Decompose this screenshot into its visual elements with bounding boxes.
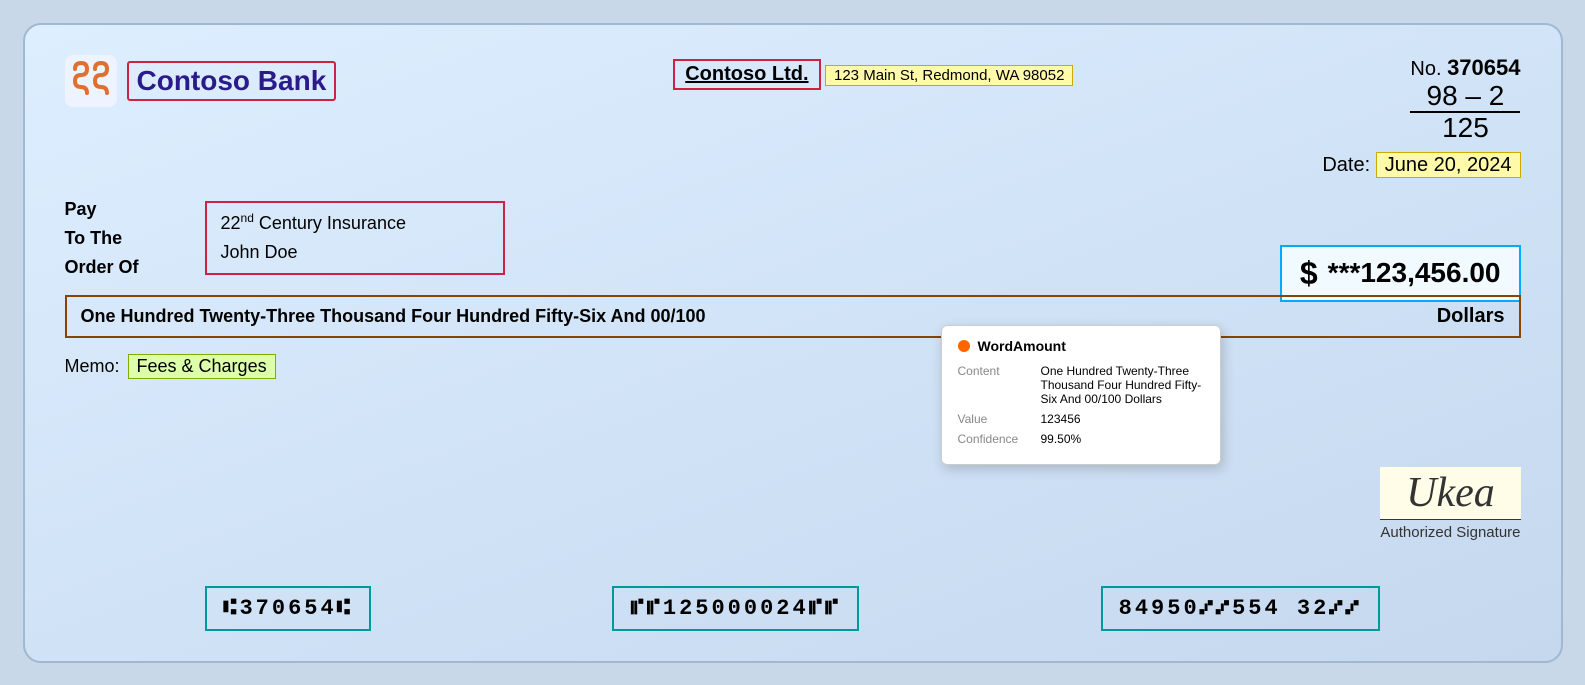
- written-amount-row: One Hundred Twenty-Three Thousand Four H…: [65, 295, 1521, 338]
- company-header: Contoso Ltd. 123 Main St, Redmond, WA 98…: [673, 59, 1073, 94]
- orange-dot-icon: [958, 340, 970, 352]
- signature-area: Ukea Authorized Signature: [1380, 467, 1520, 541]
- dollars-label: Dollars: [1437, 305, 1505, 328]
- check-fraction: 98 – 2 125: [1410, 81, 1520, 145]
- memo-value: Fees & Charges: [128, 354, 276, 379]
- tooltip-confidence-label: Confidence: [958, 432, 1033, 446]
- payee-line2: John Doe: [221, 238, 489, 267]
- payee-line1: 22nd Century Insurance: [221, 209, 489, 238]
- date-value: June 20, 2024: [1376, 152, 1521, 178]
- tooltip-value-label: Value: [958, 412, 1033, 426]
- check-document: Contoso Bank Contoso Ltd. 123 Main St, R…: [23, 23, 1563, 663]
- logo-area: Contoso Bank: [65, 55, 337, 107]
- memo-row: Memo: Fees & Charges: [65, 354, 1521, 379]
- tooltip-value-row: Value 123456: [958, 412, 1204, 426]
- tooltip-confidence-value: 99.50%: [1041, 432, 1204, 446]
- micr-left: ⑆370654⑆: [205, 586, 371, 631]
- check-number: No. 370654: [1410, 55, 1520, 81]
- bank-name: Contoso Bank: [127, 61, 337, 101]
- header-row: Contoso Bank Contoso Ltd. 123 Main St, R…: [65, 55, 1521, 145]
- check-number-area: No. 370654 98 – 2 125: [1410, 55, 1520, 145]
- tooltip-confidence-row: Confidence 99.50%: [958, 432, 1204, 446]
- tooltip-content-row: Content One Hundred Twenty-Three Thousan…: [958, 364, 1204, 406]
- amount-box: $ ***123,456.00: [1280, 245, 1521, 302]
- micr-center: ⑈⑈125000024⑈⑈: [612, 586, 859, 631]
- date-row: Date: June 20, 2024: [65, 154, 1521, 177]
- tooltip-field-name: WordAmount: [978, 338, 1066, 354]
- micr-right: 84950⑇⑇554 32⑇⑇: [1101, 586, 1380, 631]
- tooltip-content-label: Content: [958, 364, 1033, 378]
- amount-value: ***123,456.00: [1328, 257, 1501, 289]
- company-address: 123 Main St, Redmond, WA 98052: [825, 65, 1073, 86]
- memo-label: Memo:: [65, 356, 120, 377]
- payee-box: 22nd Century Insurance John Doe: [205, 201, 505, 275]
- tooltip-content-value: One Hundred Twenty-Three Thousand Four H…: [1041, 364, 1204, 406]
- bank-logo-icon: [65, 55, 117, 107]
- tooltip-popup: WordAmount Content One Hundred Twenty-Th…: [941, 325, 1221, 465]
- company-name: Contoso Ltd.: [673, 59, 820, 90]
- tooltip-value-value: 123456: [1041, 412, 1204, 426]
- date-label: Date:: [1322, 154, 1370, 176]
- pay-label: Pay To The Order Of: [65, 195, 185, 281]
- signature-image: Ukea: [1380, 467, 1520, 520]
- dollar-sign: $: [1300, 255, 1318, 292]
- micr-area: ⑆370654⑆ ⑈⑈125000024⑈⑈ 84950⑇⑇554 32⑇⑇: [25, 586, 1561, 631]
- tooltip-header: WordAmount: [958, 338, 1204, 354]
- signature-label: Authorized Signature: [1380, 524, 1520, 541]
